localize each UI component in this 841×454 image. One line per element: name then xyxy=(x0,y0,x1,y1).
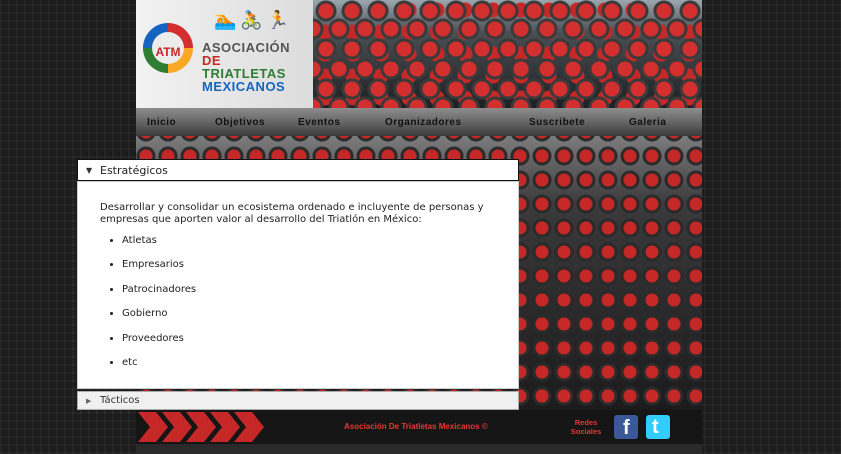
accordion-header-estrategicos[interactable]: ▼ Estratégicos xyxy=(77,159,519,181)
nav-item-eventos[interactable]: Eventos xyxy=(298,117,340,128)
logo[interactable]: 🏊🚴🏃 ATM ASOCIACIÓN DE TRIATLETAS MEXICAN… xyxy=(136,0,313,108)
caret-down-icon: ▼ xyxy=(86,166,93,175)
list-item: Proveedores xyxy=(122,333,196,357)
list-item: Atletas xyxy=(122,235,196,259)
list-item: Gobierno xyxy=(122,308,196,332)
list-item: etc xyxy=(122,357,196,381)
objectives-accordion: ▼ Estratégicos Desarrollar y consolidar … xyxy=(77,159,519,410)
triathlon-sports-icon: 🏊🚴🏃 xyxy=(214,10,294,31)
facebook-icon[interactable]: f xyxy=(614,415,638,439)
twitter-icon[interactable]: t xyxy=(646,415,670,439)
list-item: Patrocinadores xyxy=(122,284,196,308)
header-banner-image xyxy=(313,0,702,108)
social-label-line1: Redes xyxy=(574,418,598,427)
footer-copyright: Asociación De Triatletas Mexicanos © xyxy=(344,422,488,431)
list-item: Empresarios xyxy=(122,259,196,283)
nav-item-organizadores[interactable]: Organizadores xyxy=(385,117,462,128)
nav-item-objetivos[interactable]: Objetivos xyxy=(215,117,265,128)
caret-right-icon: ▶ xyxy=(86,397,92,405)
social-label-line2: Sociales xyxy=(570,427,602,436)
facebook-glyph: f xyxy=(623,417,630,439)
nav-item-suscribete[interactable]: Suscribete xyxy=(529,117,585,128)
main-nav: Inicio Objetivos Eventos Organizadores S… xyxy=(136,108,702,136)
social-label: Redes Sociales xyxy=(566,418,606,436)
footer: Asociación De Triatletas Mexicanos © Red… xyxy=(136,410,702,444)
panel-description: Desarrollar y consolidar un ecosistema o… xyxy=(100,202,484,225)
accordion-header-tacticos[interactable]: ▶ Tácticos xyxy=(77,391,519,410)
accordion-title: Tácticos xyxy=(100,395,140,406)
accordion-panel-estrategicos: Desarrollar y consolidar un ecosistema o… xyxy=(77,181,519,389)
stakeholder-list: Atletas Empresarios Patrocinadores Gobie… xyxy=(100,235,196,381)
nav-item-galeria[interactable]: Galeria xyxy=(629,117,666,128)
logo-text: ASOCIACIÓN DE TRIATLETAS MEXICANOS xyxy=(202,41,313,93)
chevron-icon xyxy=(138,412,168,442)
logo-line3: MEXICANOS xyxy=(202,79,286,94)
logo-abbr: ATM xyxy=(155,45,181,59)
header: 🏊🚴🏃 ATM ASOCIACIÓN DE TRIATLETAS MEXICAN… xyxy=(136,0,702,108)
accordion-title: Estratégicos xyxy=(100,164,168,177)
twitter-glyph: t xyxy=(652,416,659,438)
nav-item-inicio[interactable]: Inicio xyxy=(147,117,176,128)
